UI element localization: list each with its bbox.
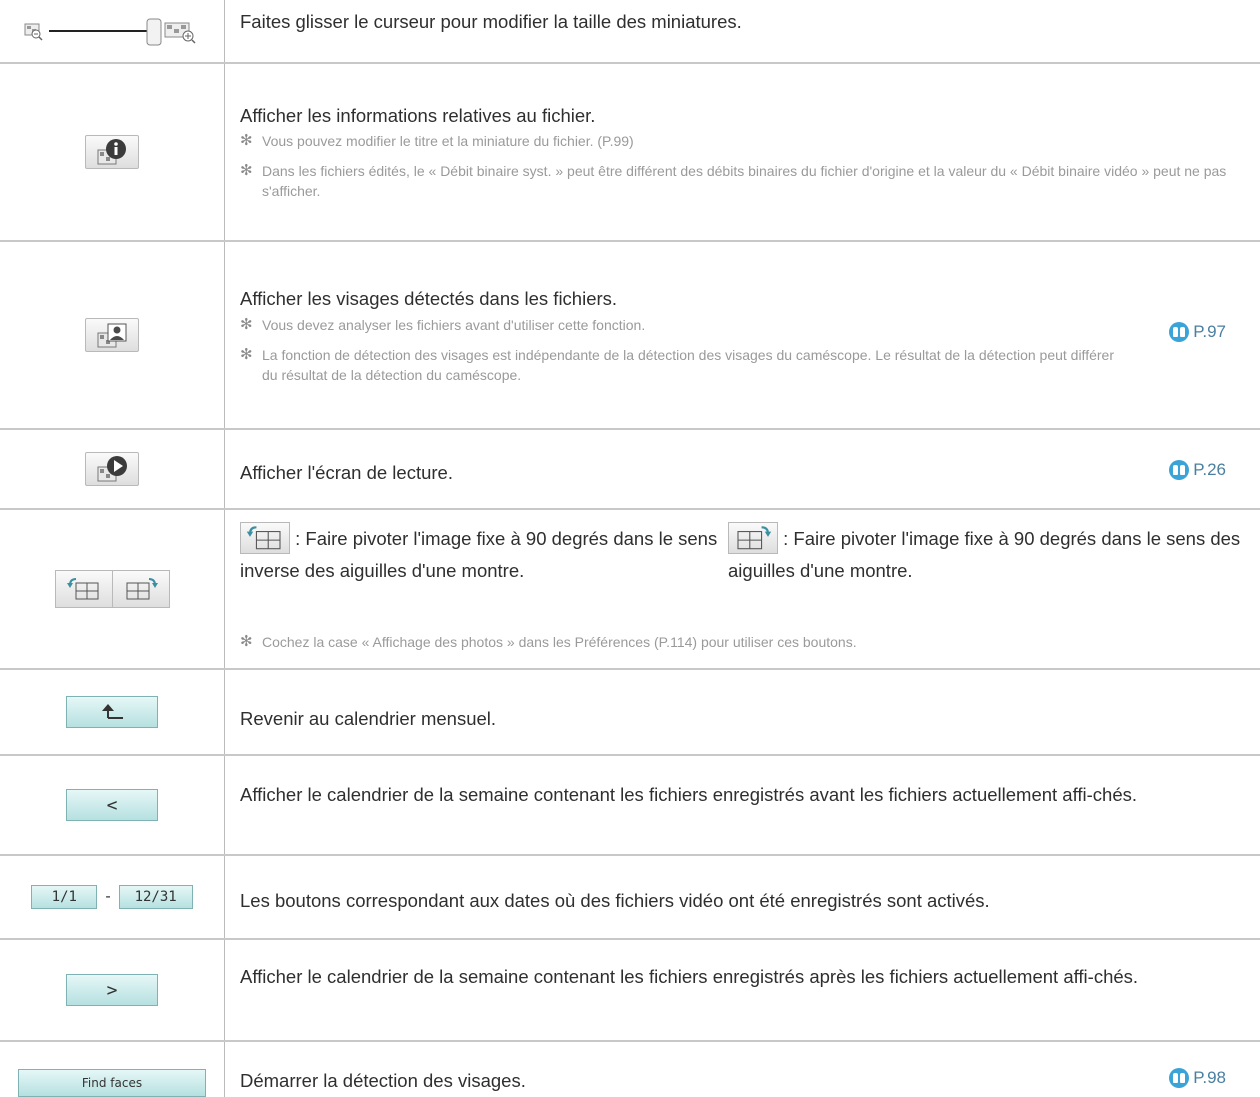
up-description: Revenir au calendrier mensuel. xyxy=(240,708,497,729)
rotate-right-description: : Faire pivoter l'image fixe à 90 degrés… xyxy=(728,522,1258,585)
file-info-button[interactable] xyxy=(85,135,139,169)
info-note-2: ✻ Dans les fichiers édités, le « Débit b… xyxy=(240,161,1260,201)
info-note-1-text: Vous pouvez modifier le titre et la mini… xyxy=(262,133,634,149)
face-icon xyxy=(97,323,127,348)
date-buttons: 1/1 - 12/31 xyxy=(31,885,193,909)
zoom-out-icon xyxy=(24,23,43,41)
prev-description: Afficher le calendrier de la semaine con… xyxy=(240,784,1138,805)
note-marker: ✻ xyxy=(240,316,253,333)
slider-description: Faites glisser le curseur pour modifier … xyxy=(240,11,742,32)
note-marker: ✻ xyxy=(240,132,253,149)
rotate-note: ✻ Cochez la case « Affichage des photos … xyxy=(240,632,857,652)
findfaces-page-ref[interactable]: P.98 xyxy=(1169,1068,1226,1088)
faces-page-ref[interactable]: P.97 xyxy=(1169,322,1226,342)
playback-page-ref-text: P.26 xyxy=(1193,460,1226,479)
rotate-left-icon xyxy=(66,578,98,600)
dates-description: Les boutons correspondant aux dates où d… xyxy=(240,890,990,911)
findfaces-page-ref-text: P.98 xyxy=(1193,1068,1226,1087)
row-file-info: Afficher les informations relatives au f… xyxy=(0,64,1260,242)
find-faces-button[interactable]: Find faces xyxy=(18,1069,206,1097)
zoom-in-icon xyxy=(164,22,196,44)
faces-description: Afficher les visages détectés dans les f… xyxy=(240,288,618,309)
note-marker: ✻ xyxy=(240,633,253,650)
playback-button[interactable] xyxy=(85,452,139,486)
row-next-week: > Afficher le calendrier de la semaine c… xyxy=(0,940,1260,1042)
row-previous-week: < Afficher le calendrier de la semaine c… xyxy=(0,756,1260,856)
dates-cell: 1/1 - 12/31 xyxy=(0,856,224,938)
prev-cell: < xyxy=(0,756,224,854)
rotate-button-group xyxy=(54,570,170,608)
info-cell xyxy=(0,64,224,240)
info-icon xyxy=(97,139,126,165)
book-icon xyxy=(1169,322,1190,342)
end-date-button[interactable]: 12/31 xyxy=(118,885,193,909)
row-thumbnail-slider: Faites glisser le curseur pour modifier … xyxy=(0,0,1260,64)
faces-note-2-text: La fonction de détection des visages est… xyxy=(262,347,1114,383)
rotate-left-description: : Faire pivoter l'image fixe à 90 degrés… xyxy=(240,522,730,585)
next-week-button[interactable]: > xyxy=(66,974,158,1006)
row-playback: Afficher l'écran de lecture. P.26 xyxy=(0,430,1260,510)
thumbnail-size-slider[interactable] xyxy=(17,11,207,51)
findfaces-cell: Find faces xyxy=(0,1042,224,1097)
rotate-right-inline-icon xyxy=(728,522,778,555)
slider-cell xyxy=(0,0,224,62)
date-separator: - xyxy=(105,888,111,905)
rotate-right-text: : Faire pivoter l'image fixe à 90 degrés… xyxy=(728,528,1241,582)
faces-cell xyxy=(0,242,224,428)
faces-note-1-text: Vous devez analyser les fichiers avant d… xyxy=(262,317,646,333)
next-description: Afficher le calendrier de la semaine con… xyxy=(240,966,1139,987)
playback-description: Afficher l'écran de lecture. xyxy=(240,462,453,483)
row-rotate: : Faire pivoter l'image fixe à 90 degrés… xyxy=(0,510,1260,670)
note-marker: ✻ xyxy=(240,346,253,363)
rotate-left-inline-icon xyxy=(240,522,290,555)
start-date-button[interactable]: 1/1 xyxy=(31,885,98,909)
info-note-2-text: Dans les fichiers édités, le « Débit bin… xyxy=(262,163,1227,199)
rotate-left-button[interactable] xyxy=(55,571,113,607)
faces-note-1: ✻ Vous devez analyser les fichiers avant… xyxy=(240,315,645,335)
previous-week-button[interactable]: < xyxy=(66,789,158,821)
rotate-note-text: Cochez la case « Affichage des photos » … xyxy=(262,634,857,650)
book-icon xyxy=(1169,1068,1190,1088)
findfaces-description: Démarrer la détection des visages. xyxy=(240,1070,526,1091)
play-icon xyxy=(97,456,127,482)
row-detected-faces: Afficher les visages détectés dans les f… xyxy=(0,242,1260,430)
playback-page-ref[interactable]: P.26 xyxy=(1169,460,1226,480)
row-find-faces: Find faces Démarrer la détection des vis… xyxy=(0,1042,1260,1097)
next-cell: > xyxy=(0,940,224,1040)
rotate-right-icon xyxy=(126,578,158,600)
faces-note-2: ✻ La fonction de détection des visages e… xyxy=(240,345,1122,385)
playback-cell xyxy=(0,430,224,508)
detected-faces-button[interactable] xyxy=(85,318,139,352)
up-arrow-icon xyxy=(102,704,123,719)
info-note-1: ✻ Vous pouvez modifier le titre et la mi… xyxy=(240,131,634,151)
slider-handle[interactable] xyxy=(146,18,162,46)
faces-page-ref-text: P.97 xyxy=(1193,322,1226,341)
rotate-right-button[interactable] xyxy=(112,571,169,607)
rotate-left-text: : Faire pivoter l'image fixe à 90 degrés… xyxy=(240,528,718,582)
monthly-calendar-button[interactable] xyxy=(66,696,158,728)
book-icon xyxy=(1169,460,1190,480)
row-dates: 1/1 - 12/31 Les boutons correspondant au… xyxy=(0,856,1260,940)
note-marker: ✻ xyxy=(240,162,253,179)
row-monthly-calendar: Revenir au calendrier mensuel. xyxy=(0,670,1260,756)
reference-table: Faites glisser le curseur pour modifier … xyxy=(0,0,1260,1097)
rotate-cell xyxy=(0,510,224,668)
up-cell xyxy=(0,670,224,754)
info-description: Afficher les informations relatives au f… xyxy=(240,105,596,126)
